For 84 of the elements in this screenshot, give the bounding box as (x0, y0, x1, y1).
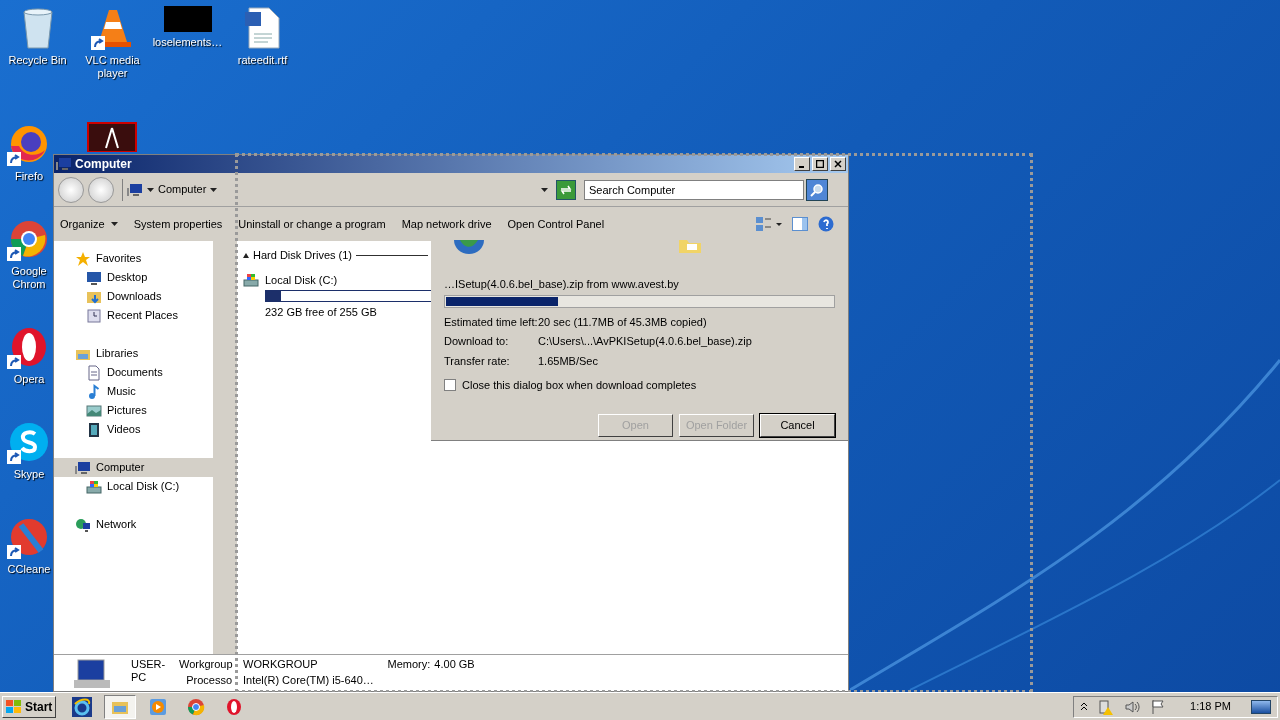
caret-icon (210, 187, 218, 192)
network-warning-icon (1098, 698, 1115, 715)
document-icon (86, 364, 102, 381)
show-desktop-button[interactable] (1251, 699, 1271, 714)
maximize-button[interactable] (812, 157, 828, 171)
details-pane: USER-PC Workgroup WORKGROUP Memory: 4.00 GB Processo Intel(R) Core(TM) i5-640… (54, 654, 848, 691)
nav-item[interactable]: Local Disk (C:) (54, 477, 213, 496)
windows-logo-icon (6, 699, 22, 714)
computer-icon (74, 658, 110, 688)
nav-item[interactable]: Downloads (54, 287, 213, 306)
taskbar-button[interactable] (104, 694, 137, 719)
music-note-icon (86, 383, 102, 400)
breadcrumb[interactable]: Computer (158, 181, 207, 198)
film-strip-icon (86, 421, 102, 438)
thumbnail-icon (163, 6, 212, 32)
nav-item[interactable]: Music (54, 382, 213, 401)
maximize-icon (816, 160, 824, 168)
computer-icon (75, 459, 91, 476)
globe-icon (454, 240, 484, 254)
drive-icon (86, 478, 102, 495)
desktop-icon-label[interactable]: Opera (13, 373, 45, 386)
drive-icon (243, 271, 259, 288)
desktop-icon-label[interactable]: CCleane (7, 563, 51, 576)
nav-item[interactable]: Desktop (54, 268, 213, 287)
picture-icon (86, 402, 102, 419)
collapse-icon[interactable] (243, 252, 249, 258)
chevron-up-icon (1080, 701, 1089, 712)
desktop-icon-label[interactable]: rateedit.rtf (237, 54, 288, 67)
nav-item[interactable]: Pictures (54, 401, 213, 420)
network-icon (75, 516, 91, 533)
skype-icon (7, 420, 51, 464)
search-button[interactable] (806, 178, 828, 201)
caret-icon (147, 187, 154, 192)
chrome-icon (186, 696, 207, 717)
recent-places-icon (86, 307, 102, 324)
search-icon (810, 182, 824, 197)
close-icon (834, 160, 842, 168)
desktop-icon-label[interactable]: Google Chrom (6, 265, 52, 291)
desktop-icon-label[interactable]: loselements… (152, 36, 223, 49)
nav-item[interactable]: Videos (54, 420, 213, 439)
desktop-icon-label[interactable]: Firefo (14, 170, 44, 183)
pdf-icon (87, 122, 137, 152)
checkbox[interactable] (444, 379, 456, 392)
nav-item[interactable]: Recent Places (54, 306, 213, 325)
close-button[interactable] (830, 157, 846, 171)
refresh-icon (559, 184, 573, 195)
checkbox-label: Close this dialog box when download completes (462, 378, 697, 393)
folder-icon (679, 240, 701, 254)
preview-pane-icon (792, 217, 808, 231)
nav-item[interactable]: Documents (54, 363, 213, 382)
refresh-button[interactable] (556, 179, 576, 200)
desktop-icon-label[interactable]: VLC media player (75, 54, 150, 80)
clock[interactable]: 1:18 PM (1190, 698, 1231, 715)
minimize-button[interactable] (794, 157, 810, 171)
download-source: …ISetup(4.0.6.bel_base).zip from www.avest.by (444, 277, 680, 292)
search-field[interactable]: Search Computer (584, 179, 804, 200)
help-icon (818, 216, 834, 232)
toolbar-button[interactable]: System properties (133, 215, 223, 233)
monitor-icon (86, 269, 102, 286)
nav-item[interactable]: Computer (54, 458, 213, 477)
play-icon (148, 696, 169, 717)
nav-item[interactable]: Libraries (54, 344, 213, 363)
desktop-icon-label[interactable]: Recycle Bin (8, 54, 67, 67)
toolbar-button[interactable]: Organize (60, 215, 118, 233)
caret-icon (541, 187, 548, 192)
internet-explorer-icon (72, 696, 93, 717)
computer-icon (127, 181, 143, 198)
nav-item[interactable]: Favorites (54, 249, 213, 268)
toolbar-button[interactable]: Uninstall or change a program (238, 215, 386, 233)
drive-item[interactable]: Local Disk (C:) 232 GB free of 255 GB (243, 271, 433, 321)
toolbar-button[interactable]: Map network drive (401, 215, 492, 233)
star-icon (75, 250, 91, 267)
desktop-icon-label[interactable]: Skype (13, 468, 45, 481)
computer-icon (56, 156, 72, 172)
flag-icon (1150, 698, 1167, 715)
nav-item[interactable]: Network (54, 515, 213, 534)
dialog-button[interactable]: Cancel (760, 413, 835, 437)
speaker-icon (1124, 698, 1141, 715)
toolbar-button[interactable]: Open Control Panel (507, 215, 605, 233)
caret-icon (110, 222, 118, 226)
view-options-icon (756, 217, 782, 231)
title-bar: Computer (54, 155, 848, 173)
start-button[interactable]: Start (2, 695, 57, 718)
group-header[interactable]: Hard Disk Drives (1) (253, 247, 352, 264)
